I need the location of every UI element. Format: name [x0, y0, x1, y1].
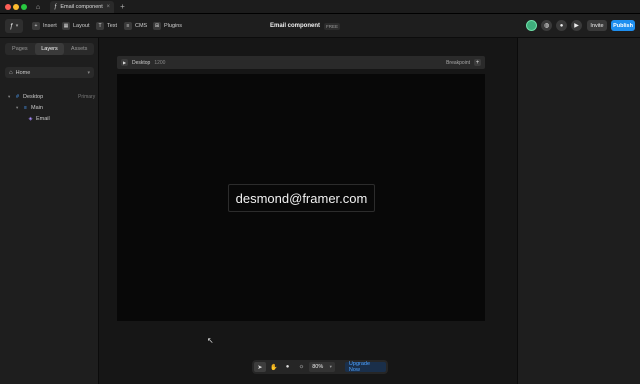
layer-label: Main: [31, 104, 43, 111]
plugins-icon: ⊞: [153, 22, 161, 30]
add-breakpoint-icon[interactable]: +: [474, 59, 481, 66]
preview-play-icon[interactable]: ▶: [571, 20, 582, 31]
panel-tabs: Pages Layers Assets: [5, 43, 94, 55]
left-panel: Pages Layers Assets ⌂ Home ▾ ▾ # Desktop…: [0, 38, 99, 384]
mouse-cursor-icon: ↖: [207, 336, 214, 345]
invite-button[interactable]: Invite: [587, 20, 607, 31]
globe-icon[interactable]: ◍: [541, 20, 552, 31]
cms-label: CMS: [135, 23, 148, 29]
bottom-toolbar: ➤ ✋ ● ☼ 80% ▾ Upgrade Now: [252, 360, 388, 374]
frame-width: 1200: [154, 59, 166, 66]
home-icon[interactable]: ⌂: [33, 2, 43, 12]
zoom-value: 80%: [312, 364, 324, 370]
insert-label: Insert: [43, 23, 57, 29]
stack-icon: ≡: [24, 104, 27, 111]
text-label: Text: [107, 23, 118, 29]
select-tool-icon[interactable]: ➤: [254, 362, 266, 372]
frame-name: Desktop: [132, 59, 151, 66]
browser-tab[interactable]: ƒ Email component ×: [50, 1, 114, 13]
layout-label: Layout: [73, 23, 90, 29]
page-selector[interactable]: ⌂ Home ▾: [5, 67, 94, 78]
plugins-button[interactable]: ⊞ Plugins: [153, 19, 182, 33]
publish-button[interactable]: Publish: [611, 20, 635, 31]
close-tab-icon[interactable]: ×: [106, 4, 110, 10]
chevron-down-icon: ▾: [15, 23, 19, 29]
close-window-button[interactable]: [5, 4, 11, 10]
layer-email[interactable]: ◈ Email: [28, 114, 94, 123]
layout-icon: ▦: [62, 22, 70, 30]
right-panel: [517, 38, 640, 384]
avatar[interactable]: [526, 20, 537, 31]
plan-badge: FREE: [324, 22, 341, 30]
settings-icon[interactable]: ●: [556, 20, 567, 31]
plugins-label: Plugins: [164, 23, 183, 29]
layout-button[interactable]: ▦ Layout: [62, 19, 90, 33]
chevron-down-icon: ▾: [87, 69, 90, 76]
layer-label: Desktop: [23, 93, 44, 100]
new-tab-button[interactable]: +: [118, 2, 127, 12]
framer-logo-icon: ƒ: [9, 22, 14, 30]
main-toolbar: ƒ ▾ + Insert ▦ Layout T Text ≡ CMS ⊞ Plu…: [0, 14, 640, 38]
document-title[interactable]: Email component FREE: [270, 19, 341, 33]
insert-button[interactable]: + Insert: [32, 19, 57, 33]
email-component[interactable]: desmond@framer.com: [228, 184, 375, 212]
tab-title: Email component: [60, 4, 103, 10]
framer-menu-button[interactable]: ƒ ▾: [5, 19, 23, 33]
frame-icon: #: [16, 93, 19, 100]
tab-assets[interactable]: Assets: [64, 43, 94, 55]
play-icon[interactable]: ▶: [121, 59, 128, 66]
title-bar: ⌂ ƒ Email component × +: [0, 0, 640, 14]
zoom-select[interactable]: 80% ▾: [309, 362, 335, 372]
page-selector-label: Home: [15, 69, 31, 76]
component-icon: ◈: [28, 115, 33, 122]
theme-toggle-icon[interactable]: ☼: [295, 362, 307, 372]
database-icon: ≡: [124, 22, 132, 30]
frame-header[interactable]: ▶ Desktop 1200 Breakpoint +: [117, 56, 485, 69]
hand-tool-icon[interactable]: ✋: [268, 362, 280, 372]
tab-layers[interactable]: Layers: [34, 43, 65, 55]
home-icon: ⌂: [9, 69, 13, 76]
layer-main[interactable]: ▾ ≡ Main: [16, 103, 94, 112]
layer-meta: Primary: [78, 93, 96, 100]
layer-label: Email: [36, 115, 50, 122]
chevron-down-icon[interactable]: ▾: [8, 94, 12, 100]
layer-desktop[interactable]: ▾ # Desktop Primary: [8, 92, 96, 101]
breakpoint-label: Breakpoint: [446, 59, 470, 66]
comment-tool-icon[interactable]: ●: [282, 362, 294, 372]
chevron-down-icon[interactable]: ▾: [16, 105, 20, 111]
framer-icon: ƒ: [54, 4, 58, 10]
tab-pages[interactable]: Pages: [5, 43, 35, 55]
text-icon: T: [96, 22, 104, 30]
minimize-window-button[interactable]: [13, 4, 19, 10]
maximize-window-button[interactable]: [21, 4, 27, 10]
chevron-down-icon: ▾: [329, 364, 332, 369]
text-button[interactable]: T Text: [96, 19, 117, 33]
plus-icon: +: [32, 22, 40, 30]
cms-button[interactable]: ≡ CMS: [124, 19, 147, 33]
document-name: Email component: [270, 23, 321, 29]
upgrade-button[interactable]: Upgrade Now: [344, 361, 387, 373]
